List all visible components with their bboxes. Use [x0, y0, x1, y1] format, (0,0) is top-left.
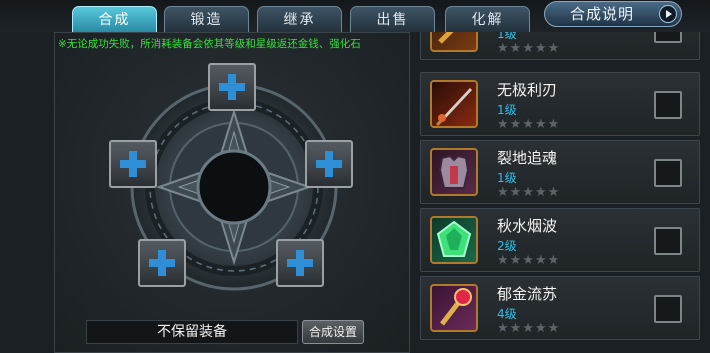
blade-icon: [430, 80, 478, 128]
item-checkbox[interactable]: [654, 159, 682, 187]
item-name: 秋水烟波: [497, 217, 558, 235]
item-name: 郁金流苏: [497, 285, 558, 303]
wand-icon: [430, 284, 478, 332]
item-level: 1级: [497, 171, 517, 185]
star-rating: ★★★★★: [497, 321, 561, 336]
item-name: 无极利刃: [497, 81, 558, 99]
plus-icon-bar: [120, 160, 146, 168]
compose-settings-button[interactable]: 合成设置: [302, 320, 364, 344]
plus-icon-bar: [219, 83, 245, 91]
list-item[interactable]: 郁金流苏 4级 ★★★★★: [420, 276, 700, 340]
item-checkbox[interactable]: [654, 91, 682, 119]
list-item[interactable]: 裂地追魂 1级 ★★★★★: [420, 140, 700, 204]
list-item[interactable]: 无极利刃 1级 ★★★★★: [420, 72, 700, 136]
star-rating: ★★★★★: [497, 117, 561, 132]
material-slot-left[interactable]: [109, 140, 157, 188]
plus-icon-bar: [287, 259, 313, 267]
list-item[interactable]: 1级 ★★★★★: [420, 32, 700, 60]
tab-inherit[interactable]: 继承: [257, 6, 342, 32]
item-checkbox[interactable]: [654, 32, 682, 43]
item-name: 裂地追魂: [497, 149, 558, 167]
star-rating: ★★★★★: [497, 253, 561, 268]
material-slot-right[interactable]: [305, 140, 353, 188]
equipment-list[interactable]: 1级 ★★★★★ 无极利刃 1级 ★★★★★ 裂地追魂 1级 ★★★★★ 秋水烟…: [413, 32, 710, 353]
armor-icon: [430, 148, 478, 196]
tab-forge[interactable]: 锻造: [164, 6, 249, 32]
tab-sell[interactable]: 出售: [350, 6, 435, 32]
compose-notice: ※无论成功失败，所消耗装备会依其等级和星级返还金钱、强化石: [58, 38, 361, 50]
staff-icon: [430, 32, 478, 52]
plus-icon-bar: [316, 160, 342, 168]
material-slot-bottom-left[interactable]: [138, 239, 186, 287]
plus-icon-bar: [149, 259, 175, 267]
star-rating: ★★★★★: [497, 41, 561, 56]
help-button-label: 合成说明: [570, 5, 635, 23]
tab-dissolve[interactable]: 化解: [445, 6, 530, 32]
list-item[interactable]: 秋水烟波 2级 ★★★★★: [420, 208, 700, 272]
play-arrow-icon: [659, 5, 677, 23]
star-rating: ★★★★★: [497, 185, 561, 200]
item-checkbox[interactable]: [654, 227, 682, 255]
green-gem-icon: [430, 216, 478, 264]
item-level: 4级: [497, 307, 517, 321]
top-tab-bar: 合成 锻造 继承 出售 化解 合成说明: [0, 0, 710, 32]
item-level: 2级: [497, 239, 517, 253]
material-slot-bottom-right[interactable]: [276, 239, 324, 287]
item-checkbox[interactable]: [654, 295, 682, 323]
tab-compose[interactable]: 合成: [72, 6, 157, 32]
item-level: 1级: [497, 103, 517, 117]
keep-equipment-option[interactable]: 不保留装备: [86, 320, 298, 344]
compose-help-button[interactable]: 合成说明: [544, 1, 682, 27]
material-slot-top[interactable]: [208, 63, 256, 111]
